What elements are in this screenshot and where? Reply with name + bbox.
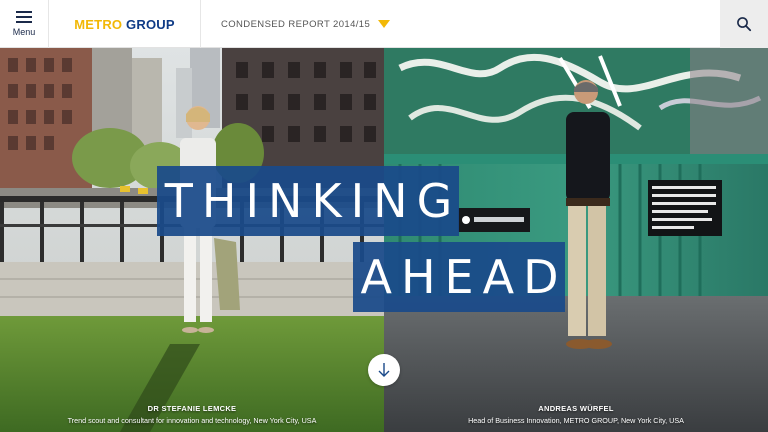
header-spacer [388,0,720,47]
person-name-right: ANDREAS WÜRFEL [538,404,614,413]
top-header: Menu METRO GROUP CONDENSED REPORT 2014/1… [0,0,768,48]
report-selector[interactable]: CONDENSED REPORT 2014/15 [200,0,391,48]
metro-group-logo: METRO GROUP [74,16,175,32]
headline-line-1: THINKING [157,166,459,236]
report-label: CONDENSED REPORT 2014/15 [221,18,371,30]
menu-label: Menu [12,27,36,37]
search-button[interactable] [720,0,768,48]
scroll-down-button[interactable] [368,354,400,386]
menu-button[interactable]: Menu [0,0,48,48]
person-caption-left: DR STEFANIE LEMCKE Trend scout and consu… [0,404,384,425]
person-role-right: Head of Business Innovation, METRO GROUP… [468,416,684,425]
search-icon [737,17,752,32]
person-name-left: DR STEFANIE LEMCKE [147,404,237,413]
headline-line-2: AHEAD [353,242,565,312]
hero-section: THINKING AHEAD DR STEFANIE LEMCKE Trend … [0,48,768,432]
person-role-left: Trend scout and consultant for innovatio… [67,416,317,425]
logo-link[interactable]: METRO GROUP [48,0,200,48]
arrow-down-icon [378,363,390,377]
hamburger-icon [16,11,32,23]
person-caption-right: ANDREAS WÜRFEL Head of Business Innovati… [384,404,768,425]
